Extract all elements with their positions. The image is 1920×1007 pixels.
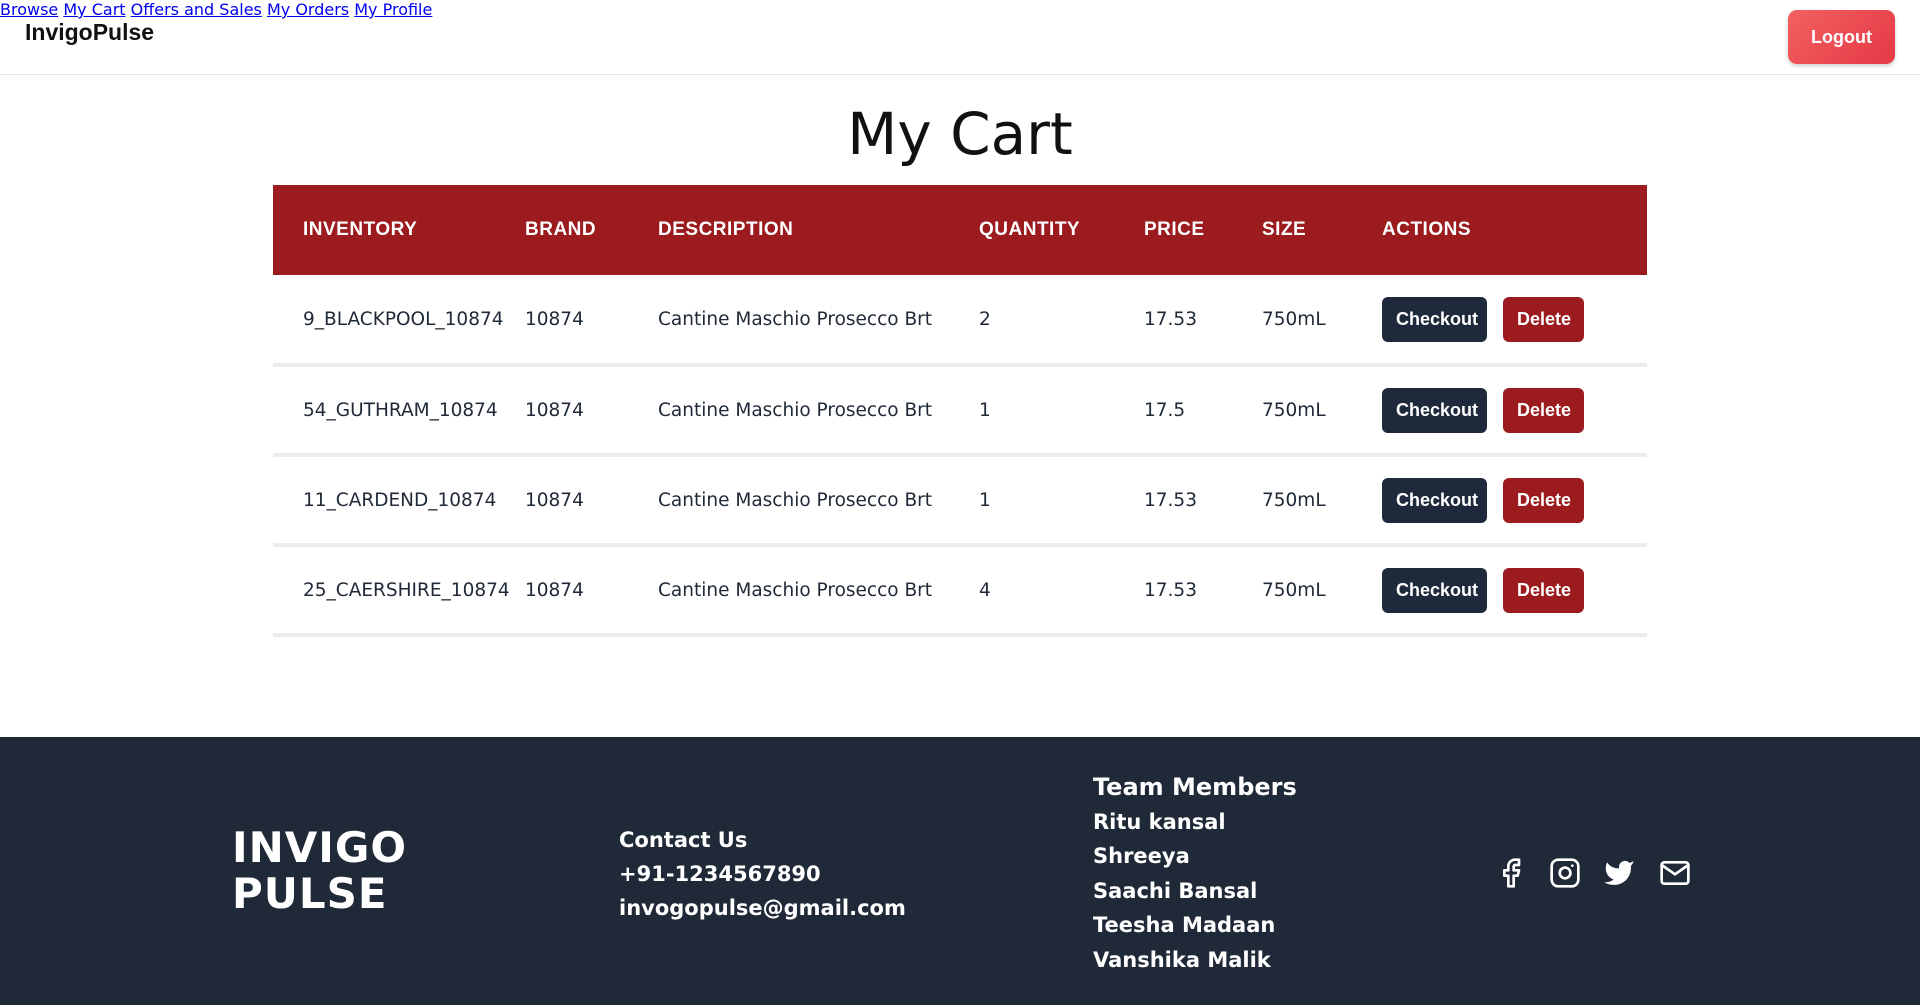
facebook-icon[interactable]: [1495, 857, 1527, 889]
nav-offers-and-sales[interactable]: Offers and Sales: [131, 0, 262, 19]
cell-actions: Checkout Delete: [1382, 455, 1647, 545]
footer-logo-line1: INVIGO: [232, 823, 408, 872]
contact-section: Contact Us +91-1234567890 invogopulse@gm…: [619, 823, 906, 925]
cell-description: Cantine Maschio Prosecco Brt: [658, 399, 932, 421]
cell-actions: Checkout Delete: [1382, 365, 1647, 455]
cell-actions: Checkout Delete: [1382, 545, 1647, 635]
cell-quantity: 2: [979, 308, 991, 330]
cell-brand: 10874: [525, 308, 584, 330]
team-member: Teesha Madaan: [1093, 913, 1276, 937]
footer-logo-line2: PULSE: [232, 869, 388, 918]
table-row: 11_CARDEND_10874 10874 Cantine Maschio P…: [273, 455, 1647, 545]
cell-price: 17.53: [1144, 308, 1197, 330]
cell-size: 750mL: [1262, 308, 1326, 330]
delete-button[interactable]: Delete: [1503, 477, 1584, 523]
nav-browse[interactable]: Browse: [0, 0, 58, 19]
cell-description: Cantine Maschio Prosecco Brt: [658, 489, 932, 511]
checkout-button[interactable]: Checkout: [1382, 567, 1487, 613]
checkout-button[interactable]: Checkout: [1382, 477, 1487, 523]
contact-heading: Contact Us: [619, 828, 748, 852]
cell-quantity: 1: [979, 399, 991, 421]
contact-phone: +91-1234567890: [619, 862, 821, 886]
delete-button[interactable]: Delete: [1503, 387, 1584, 433]
table-header-row: INVENTORY BRAND DESCRIPTION QUANTITY PRI…: [273, 185, 1647, 275]
cell-inventory: 25_CAERSHIRE_10874: [303, 579, 510, 601]
cart-table: INVENTORY BRAND DESCRIPTION QUANTITY PRI…: [273, 185, 1647, 637]
team-member: Ritu kansal: [1093, 809, 1226, 834]
team-heading: Team Members: [1093, 773, 1297, 801]
footer-logo: INVIGO PULSE: [232, 825, 407, 917]
cell-actions: Checkout Delete: [1382, 275, 1647, 365]
cell-brand: 10874: [525, 399, 584, 421]
cell-brand: 10874: [525, 489, 584, 511]
footer: INVIGO PULSE Contact Us +91-1234567890 i…: [0, 737, 1920, 1007]
table-row: 54_GUTHRAM_10874 10874 Cantine Maschio P…: [273, 365, 1647, 455]
cell-price: 17.53: [1144, 489, 1197, 511]
instagram-icon[interactable]: [1549, 857, 1581, 889]
cell-price: 17.53: [1144, 579, 1197, 601]
column-header-actions: ACTIONS: [1382, 219, 1471, 240]
nav-my-profile[interactable]: My Profile: [354, 0, 432, 19]
delete-button[interactable]: Delete: [1503, 567, 1584, 613]
column-header-brand: BRAND: [525, 219, 597, 240]
cell-description: Cantine Maschio Prosecco Brt: [658, 579, 932, 601]
team-member: Saachi Bansal: [1093, 878, 1258, 903]
top-navbar: InvigoPulse Browse My Cart Offers and Sa…: [0, 0, 1920, 75]
brand-logo[interactable]: InvigoPulse: [25, 19, 154, 46]
table-row: 9_BLACKPOOL_10874 10874 Cantine Maschio …: [273, 275, 1647, 365]
cell-quantity: 1: [979, 489, 991, 511]
column-header-description: DESCRIPTION: [658, 219, 794, 240]
column-header-inventory: INVENTORY: [303, 219, 418, 240]
team-section: Team Members Ritu kansal Shreeya Saachi …: [1093, 770, 1297, 977]
cell-brand: 10874: [525, 579, 584, 601]
table-row: 25_CAERSHIRE_10874 10874 Cantine Maschio…: [273, 545, 1647, 635]
cell-description: Cantine Maschio Prosecco Brt: [658, 308, 932, 330]
column-header-size: SIZE: [1262, 219, 1307, 240]
nav-my-orders[interactable]: My Orders: [267, 0, 349, 19]
page-title: My Cart: [847, 100, 1073, 168]
team-member: Shreeya: [1093, 844, 1190, 868]
checkout-button[interactable]: Checkout: [1382, 296, 1487, 342]
twitter-icon[interactable]: [1603, 857, 1635, 889]
cell-quantity: 4: [979, 579, 991, 601]
team-member: Vanshika Malik: [1093, 947, 1271, 972]
cell-inventory: 54_GUTHRAM_10874: [303, 399, 498, 421]
cell-size: 750mL: [1262, 489, 1326, 511]
nav-my-cart[interactable]: My Cart: [63, 0, 125, 19]
checkout-button[interactable]: Checkout: [1382, 387, 1487, 433]
cell-inventory: 9_BLACKPOOL_10874: [303, 308, 504, 330]
cell-size: 750mL: [1262, 399, 1326, 421]
mail-icon[interactable]: [1659, 857, 1691, 889]
column-header-price: PRICE: [1144, 219, 1205, 240]
delete-button[interactable]: Delete: [1503, 296, 1584, 342]
column-header-quantity: QUANTITY: [979, 219, 1081, 240]
cell-price: 17.5: [1144, 399, 1186, 421]
cell-inventory: 11_CARDEND_10874: [303, 489, 497, 511]
cell-size: 750mL: [1262, 579, 1326, 601]
contact-email[interactable]: invogopulse@gmail.com: [619, 891, 906, 925]
logout-button[interactable]: Logout: [1788, 10, 1895, 64]
